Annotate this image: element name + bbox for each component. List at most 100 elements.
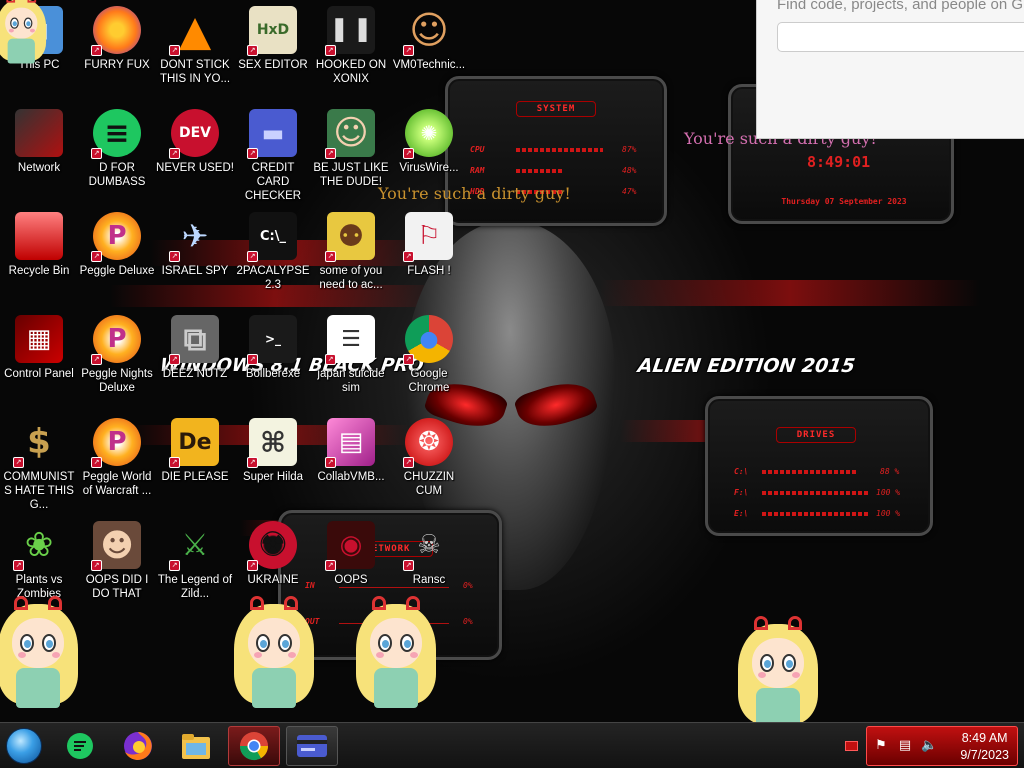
github-search-input[interactable] xyxy=(777,22,1024,52)
desktop-icon-peggle-world-of-warcraft[interactable]: P ↗ Peggle World of Warcraft ... xyxy=(78,418,156,498)
desktop-icon-plants-vs-zombies[interactable]: ❀ ↗ Plants vs Zombies xyxy=(0,521,78,601)
desktop-icon-d-for-dumbass[interactable]: ≡ ↗ D FOR DUMBASS xyxy=(78,109,156,189)
taskbar-explorer[interactable] xyxy=(170,726,222,766)
drives-widget: DRIVES C:\ 88 % F:\ 100 % E:\ 100 % xyxy=(705,396,933,536)
desktop-icon-google-chrome[interactable]: ● ↗ Google Chrome xyxy=(390,315,468,395)
clock-widget-time: 8:49:01 xyxy=(807,153,871,171)
desktop-icon-label: SEX EDITOR xyxy=(238,59,308,71)
director-icon: De ↗ xyxy=(169,418,219,468)
network-in-graph xyxy=(339,587,449,588)
desktop-icon-furry-fux[interactable]: ↗ FURRY FUX xyxy=(78,6,156,72)
drive-e-bar xyxy=(762,512,870,516)
desktop-icon-super-hilda[interactable]: ⌘ ↗ Super Hilda xyxy=(234,418,312,484)
desktop-icon-chuzzin-cum[interactable]: ❂ ↗ CHUZZIN CUM xyxy=(390,418,468,498)
firefox-icon xyxy=(124,732,152,760)
desktop-icon-peggle-nights-deluxe[interactable]: P ↗ Peggle Nights Deluxe xyxy=(78,315,156,395)
desktop-icon-label: japan suicide sim xyxy=(317,368,385,394)
start-button[interactable] xyxy=(6,728,42,764)
doctor-icon: ☺ ↗ xyxy=(403,6,453,56)
folder-icon xyxy=(182,734,210,759)
desktop-icon-label: NEVER USED! xyxy=(156,162,234,174)
credit-card-icon: ▬ ↗ xyxy=(247,109,297,159)
shortcut-arrow-icon: ↗ xyxy=(91,457,102,468)
network-icon[interactable]: ▤ xyxy=(897,738,913,754)
desktop-icon-network[interactable]: Network xyxy=(0,109,78,175)
desktop-icon-japan-suicide-sim[interactable]: ☰ ↗ japan suicide sim xyxy=(312,315,390,395)
desktop-icon-communists-hate-this-g[interactable]: $ ↗ COMMUNISTS HATE THIS G... xyxy=(0,418,78,512)
star-character-sprite xyxy=(0,596,82,716)
desktop-icon-viruswire[interactable]: ✺ ↗ VirusWire... xyxy=(390,109,468,175)
shortcut-arrow-icon: ↗ xyxy=(169,354,180,365)
desktop-icon-some-of-you-need-to-ac[interactable]: ⚉ ↗ some of you need to ac... xyxy=(312,212,390,292)
shortcut-arrow-icon: ↗ xyxy=(91,354,102,365)
shortcut-arrow-icon: ↗ xyxy=(13,560,24,571)
desktop-icon-label: ISRAEL SPY xyxy=(161,265,229,277)
money-bag-icon: $ ↗ xyxy=(13,418,63,468)
chat-icon xyxy=(67,733,93,759)
taskbar-credit-card[interactable] xyxy=(286,726,338,766)
firefox-icon: ↗ xyxy=(91,6,141,56)
network-icon xyxy=(15,109,63,157)
desktop-icon-bollberexe[interactable]: >_ ↗ Bollberexe xyxy=(234,315,312,381)
taskbar-clock-date: 9/7/2023 xyxy=(960,748,1009,762)
desktop-icon-label: 2PACALYPSE 2.3 xyxy=(236,265,310,291)
oops-icon: ◉ ↗ xyxy=(325,521,375,571)
recycle-bin-icon xyxy=(15,212,63,260)
control-panel-icon: ▦ xyxy=(15,315,63,363)
terminal-icon: C:\_ ↗ xyxy=(247,212,297,262)
shortcut-arrow-icon: ↗ xyxy=(91,148,102,159)
desktop-icon-vm0technic[interactable]: ☺ ↗ VM0Technic... xyxy=(390,6,468,72)
taskbar-chat[interactable] xyxy=(54,726,106,766)
taskbar-clock-time: 8:49 AM xyxy=(961,731,1008,745)
desktop-icon-credit-card-checker[interactable]: ▬ ↗ CREDIT CARD CHECKER xyxy=(234,109,312,203)
desktop-icon-hooked-on-xonix[interactable]: ▌▐ ↗ HOOKED ON XONIX xyxy=(312,6,390,86)
desktop-icon-israel-spy[interactable]: ✈ ↗ ISRAEL SPY xyxy=(156,212,234,278)
show-hidden-icons-button[interactable] xyxy=(845,741,858,751)
desktop-icon-control-panel[interactable]: ▦ Control Panel xyxy=(0,315,78,381)
credit-card-icon xyxy=(297,735,327,757)
desktop-icon-flash[interactable]: ⚐ ↗ FLASH ! xyxy=(390,212,468,278)
xonix-game-icon: ▌▐ ↗ xyxy=(325,6,375,56)
plant-icon: ❀ ↗ xyxy=(13,521,63,571)
desktop-icon-label: The Legend of Zild... xyxy=(157,574,233,600)
shortcut-arrow-icon: ↗ xyxy=(403,354,414,365)
taskbar-firefox[interactable] xyxy=(112,726,164,766)
desktop-icon-dont-stick-this-in-yo[interactable]: ▲ ↗ DONT STICK THIS IN YO... xyxy=(156,6,234,86)
system-widget-title: SYSTEM xyxy=(516,101,596,117)
desktop-icon-sex-editor[interactable]: HxD ↗ SEX EDITOR xyxy=(234,6,312,72)
desktop-icon-2pacalypse-2-3[interactable]: C:\_ ↗ 2PACALYPSE 2.3 xyxy=(234,212,312,292)
desktop-icon-deez-nutz[interactable]: ⧉ ↗ DEEZ NUTZ xyxy=(156,315,234,381)
beaver-icon: ⚉ ↗ xyxy=(325,212,375,262)
shortcut-arrow-icon: ↗ xyxy=(403,251,414,262)
shortcut-arrow-icon: ↗ xyxy=(247,45,258,56)
shortcut-arrow-icon: ↗ xyxy=(247,354,258,365)
desktop-icon-ukraine[interactable]: ☢ ↗ UKRAINE xyxy=(234,521,312,587)
taskbar-clock[interactable]: 8:49 AM 9/7/2023 xyxy=(960,730,1009,764)
zelda-icon: ⚔ ↗ xyxy=(169,521,219,571)
ransom-icon: ☠ ↗ xyxy=(403,521,453,571)
shortcut-arrow-icon: ↗ xyxy=(91,45,102,56)
elf-icon: ☺ ↗ xyxy=(325,109,375,159)
desktop-icon-recycle-bin[interactable]: Recycle Bin xyxy=(0,212,78,278)
spy-icon: ✈ ↗ xyxy=(169,212,219,262)
peggle-icon: P ↗ xyxy=(91,418,141,468)
desktop-icon-collabvmb[interactable]: ▤ ↗ CollabVMB... xyxy=(312,418,390,484)
volume-icon[interactable]: 🔈 xyxy=(921,738,937,754)
desktop-icon-be-just-like-the-dude[interactable]: ☺ ↗ BE JUST LIKE THE DUDE! xyxy=(312,109,390,189)
desktop-icon-oops-did-i-do-that[interactable]: ☻ ↗ OOPS DID I DO THAT xyxy=(78,521,156,601)
desktop-icon-the-legend-of-zild[interactable]: ⚔ ↗ The Legend of Zild... xyxy=(156,521,234,601)
desktop-icon-ransc[interactable]: ☠ ↗ Ransc xyxy=(390,521,468,587)
shortcut-arrow-icon: ↗ xyxy=(403,457,414,468)
shortcut-arrow-icon: ↗ xyxy=(325,45,336,56)
ram-usage-bar xyxy=(516,169,564,173)
desktop-icon-never-used[interactable]: DEV ↗ NEVER USED! xyxy=(156,109,234,175)
desktop-icon-oops[interactable]: ◉ ↗ OOPS xyxy=(312,521,390,587)
flag-icon[interactable]: ⚑ xyxy=(873,738,889,754)
collabvm-icon: ▤ ↗ xyxy=(325,418,375,468)
system-tray: ⚑ ▤ 🔈 8:49 AM 9/7/2023 xyxy=(866,726,1018,766)
shortcut-arrow-icon: ↗ xyxy=(169,251,180,262)
peggle-icon: P ↗ xyxy=(91,315,141,365)
taskbar-chrome[interactable] xyxy=(228,726,280,766)
desktop-icon-die-please[interactable]: De ↗ DIE PLEASE xyxy=(156,418,234,484)
desktop-icon-peggle-deluxe[interactable]: P ↗ Peggle Deluxe xyxy=(78,212,156,278)
